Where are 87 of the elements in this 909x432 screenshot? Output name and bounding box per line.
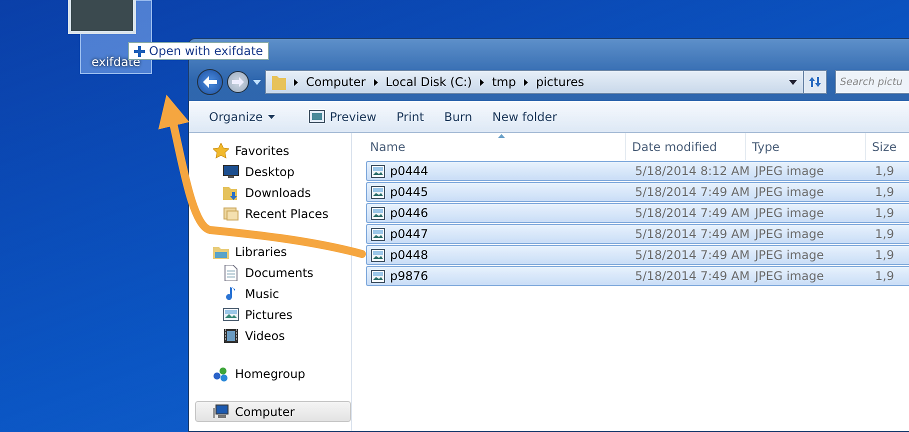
caret-icon (253, 80, 261, 84)
file-name: p0444 (390, 163, 428, 180)
date-cell-text: 5/18/2014 7:49 AM (634, 247, 749, 264)
chevron-icon (524, 78, 528, 86)
column-header[interactable]: Type (746, 133, 866, 160)
image-file-icon (371, 186, 385, 198)
nav-item[interactable]: Libraries (189, 241, 351, 262)
type-cell-text: JPEG image (753, 247, 825, 264)
nav-item[interactable]: Music (189, 283, 351, 304)
toolbar-button[interactable]: Print (388, 104, 432, 128)
plus-icon (134, 46, 145, 56)
toolbar-button[interactable]: Preview (300, 104, 384, 128)
icon-label: exifdate (92, 54, 140, 71)
refresh-button[interactable] (803, 70, 827, 94)
size-cell-text: 1,9 (874, 205, 896, 222)
date-cell-text: 5/18/2014 7:49 AM (634, 226, 749, 243)
preview-icon (308, 110, 325, 123)
file-name: p0447 (390, 226, 428, 243)
type-cell-text: JPEG image (753, 226, 825, 243)
file-row[interactable]: p0446 5/18/2014 7:49 AM JPEG image 1,9 (366, 203, 909, 223)
chevron-icon (294, 78, 298, 86)
date-cell-text: 5/18/2014 7:49 AM (634, 268, 749, 285)
chevron-icon (374, 78, 378, 86)
type-cell-text: JPEG image (753, 184, 825, 201)
file-row[interactable]: p9876 5/18/2014 7:49 AM JPEG image 1,9 (366, 266, 909, 286)
file-row[interactable]: p0444 5/18/2014 8:12 AM JPEG image 1,9 (366, 161, 909, 181)
breadcrumb[interactable]: Computer (306, 73, 366, 91)
file-name: p0446 (390, 205, 428, 222)
caret-icon (789, 80, 797, 84)
address-bar[interactable]: Computer Local Disk (C:) tmp pictures (265, 70, 804, 94)
size-cell-text: 1,9 (874, 163, 896, 180)
date-cell-text: 5/18/2014 8:12 AM (634, 163, 749, 180)
image-file-icon (371, 248, 385, 262)
computer-icon (213, 404, 229, 420)
file-row[interactable]: p0447 5/18/2014 7:49 AM JPEG image 1,9 (366, 224, 909, 244)
nav-item[interactable]: Documents (189, 262, 351, 283)
image-file-icon (371, 206, 385, 220)
toolbar-button[interactable]: New folder (484, 104, 566, 128)
column-header[interactable]: Size (866, 133, 909, 160)
image-file-icon (371, 228, 385, 240)
size-cell-text: 1,9 (874, 226, 896, 243)
nav-item[interactable]: Recent Places (189, 203, 351, 224)
forward-button[interactable] (227, 71, 249, 93)
nav-item[interactable]: Homegroup (189, 363, 351, 384)
picture-icon (223, 306, 239, 322)
left-arrow-icon (203, 76, 217, 88)
network-icon (213, 366, 229, 382)
monitor-icon (223, 164, 239, 180)
nav-item[interactable]: Videos (189, 325, 351, 346)
size-cell-text: 1,9 (874, 184, 896, 201)
date-cell-text: 5/18/2014 7:49 AM (634, 184, 749, 201)
right-arrow-icon (232, 77, 244, 87)
file-name: p0445 (390, 184, 428, 201)
file-name: p9876 (390, 268, 428, 285)
nav-item[interactable]: Desktop (189, 161, 351, 182)
photo-placeholder (68, 0, 136, 34)
size-cell-text: 1,9 (874, 247, 896, 264)
document-icon (223, 264, 239, 280)
tooltip-text: Open with exifdate (149, 43, 264, 60)
breadcrumb[interactable]: Local Disk (C:) (386, 73, 472, 91)
image-file-icon (371, 164, 385, 178)
search-field[interactable]: Search pictu (835, 70, 909, 94)
toolbar-button[interactable]: Organize (201, 104, 283, 128)
back-button[interactable] (197, 69, 223, 95)
caret-icon (268, 114, 275, 118)
nav-item[interactable]: Downloads (189, 182, 351, 203)
type-cell-text: JPEG image (753, 205, 825, 222)
breadcrumb[interactable]: tmp (492, 73, 516, 91)
nav-item[interactable]: Computer (195, 401, 351, 422)
size-cell-text: 1,9 (874, 268, 896, 285)
nav-item[interactable]: Pictures (189, 304, 351, 325)
file-row[interactable]: p0448 5/18/2014 7:49 AM JPEG image 1,9 (366, 245, 909, 265)
nav-item[interactable]: Favorites (189, 140, 351, 161)
toolbar-button[interactable]: Burn (436, 104, 480, 128)
sort-arrow-icon (498, 134, 505, 138)
image-file-icon (371, 270, 385, 282)
file-name: p0448 (390, 247, 428, 264)
refresh-icon (808, 76, 822, 88)
type-cell-text: JPEG image (753, 163, 825, 180)
breadcrumb[interactable]: pictures (536, 73, 584, 91)
star-icon (213, 142, 229, 158)
date-cell-text: 5/18/2014 7:49 AM (634, 205, 749, 222)
film-icon (223, 328, 239, 344)
type-cell-text: JPEG image (753, 268, 825, 285)
chevron-icon (480, 78, 484, 86)
column-header[interactable]: Date modified (626, 133, 746, 160)
file-row[interactable]: p0445 5/18/2014 7:49 AM JPEG image 1,9 (366, 182, 909, 202)
